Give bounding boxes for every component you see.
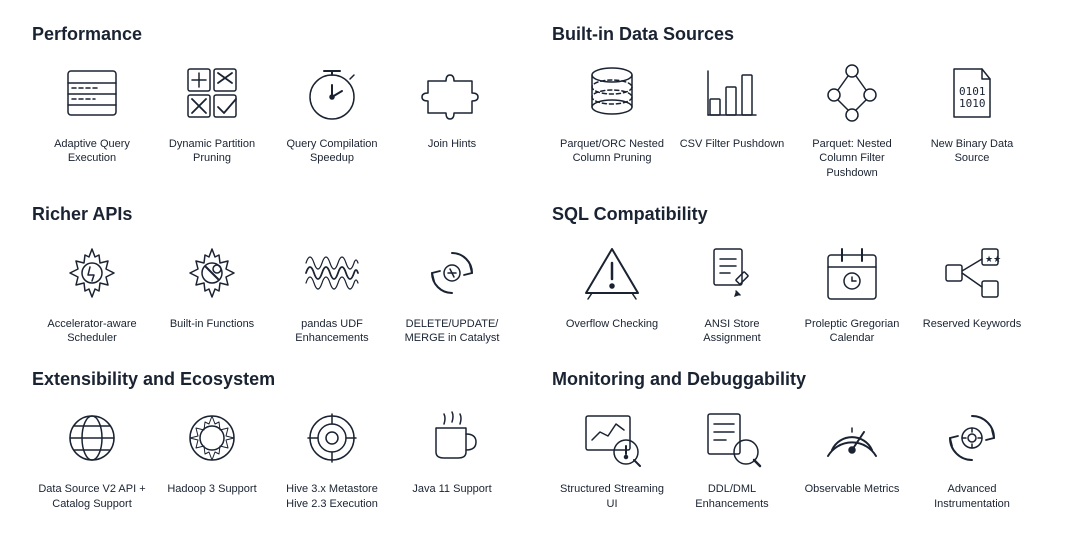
query-compilation-label: Query Compilation Speedup <box>277 137 387 166</box>
observable-icon <box>816 402 888 474</box>
observable-label: Observable Metrics <box>805 482 900 496</box>
advanced-instrumentation-label: Advanced Instrumentation <box>917 482 1027 511</box>
section-monitoring: Monitoring and Debuggability <box>540 361 1060 527</box>
built-in-functions-label: Built-in Functions <box>170 317 254 331</box>
item-structured-streaming: Structured Streaming UI <box>552 402 672 511</box>
hive3x-label: Hive 3.x Metastore Hive 2.3 Execution <box>277 482 387 511</box>
item-delete-update: DELETE/UPDATE/ MERGE in Catalyst <box>392 237 512 346</box>
section-title-monitoring: Monitoring and Debuggability <box>552 369 1048 390</box>
item-built-in-functions: Built-in Functions <box>152 237 272 331</box>
item-parquet-orc: Parquet/ORC Nested Column Pruning <box>552 57 672 166</box>
section-extensibility: Extensibility and Ecosystem Data Source … <box>20 361 540 527</box>
item-advanced-instrumentation: Advanced Instrumentation <box>912 402 1032 511</box>
svg-text:1010: 1010 <box>959 97 986 110</box>
parquet-orc-label: Parquet/ORC Nested Column Pruning <box>557 137 667 166</box>
item-ansi-store: ANSI Store Assignment <box>672 237 792 346</box>
ddl-dml-icon <box>696 402 768 474</box>
java11-label: Java 11 Support <box>412 482 491 496</box>
main-page: Performance Adaptive Query Executio <box>0 0 1080 543</box>
built-in-functions-icon <box>176 237 248 309</box>
section-sql-compat: SQL Compatibility Overflow Checking <box>540 196 1060 362</box>
join-hints-icon <box>416 57 488 129</box>
richer-apis-items: Accelerator-aware Scheduler Built-in Fun… <box>32 237 528 346</box>
section-title-extensibility: Extensibility and Ecosystem <box>32 369 528 390</box>
query-compilation-icon <box>296 57 368 129</box>
extensibility-items: Data Source V2 API + Catalog Support Had… <box>32 402 528 511</box>
section-title-builtin-sources: Built-in Data Sources <box>552 24 1048 45</box>
section-performance: Performance Adaptive Query Executio <box>20 16 540 196</box>
section-title-richer-apis: Richer APIs <box>32 204 528 225</box>
hadoop3-icon <box>176 402 248 474</box>
svg-text:★★: ★★ <box>985 254 1001 264</box>
item-query-compilation: Query Compilation Speedup <box>272 57 392 166</box>
delete-update-icon <box>416 237 488 309</box>
adaptive-query-icon <box>56 57 128 129</box>
join-hints-label: Join Hints <box>428 137 476 151</box>
advanced-instrumentation-icon <box>936 402 1008 474</box>
item-proleptic: Proleptic Gregorian Calendar <box>792 237 912 346</box>
parquet-nested-filter-label: Parquet: Nested Column Filter Pushdown <box>797 137 907 180</box>
dynamic-partition-icon <box>176 57 248 129</box>
builtin-sources-items: Parquet/ORC Nested Column Pruning CSV Fi… <box>552 57 1048 180</box>
parquet-orc-icon <box>576 57 648 129</box>
datasource-v2-icon <box>56 402 128 474</box>
section-richer-apis: Richer APIs Accelerator-aware Scheduler <box>20 196 540 362</box>
hive3x-icon <box>296 402 368 474</box>
accelerator-icon <box>56 237 128 309</box>
item-overflow: Overflow Checking <box>552 237 672 331</box>
accelerator-label: Accelerator-aware Scheduler <box>37 317 147 346</box>
proleptic-icon <box>816 237 888 309</box>
csv-filter-label: CSV Filter Pushdown <box>680 137 785 151</box>
pandas-udf-label: pandas UDF Enhancements <box>277 317 387 346</box>
item-parquet-nested-filter: Parquet: Nested Column Filter Pushdown <box>792 57 912 180</box>
item-join-hints: Join Hints <box>392 57 512 151</box>
item-observable: Observable Metrics <box>792 402 912 496</box>
item-dynamic-partition: Dynamic Partition Pruning <box>152 57 272 166</box>
performance-items: Adaptive Query Execution <box>32 57 528 166</box>
overflow-icon <box>576 237 648 309</box>
ddl-dml-label: DDL/DML Enhancements <box>677 482 787 511</box>
item-hive3x: Hive 3.x Metastore Hive 2.3 Execution <box>272 402 392 511</box>
sql-compat-items: Overflow Checking AN <box>552 237 1048 346</box>
new-binary-icon: 0101 1010 <box>936 57 1008 129</box>
new-binary-label: New Binary Data Source <box>917 137 1027 166</box>
item-ddl-dml: DDL/DML Enhancements <box>672 402 792 511</box>
datasource-v2-label: Data Source V2 API + Catalog Support <box>37 482 147 511</box>
structured-streaming-label: Structured Streaming UI <box>557 482 667 511</box>
section-title-sql-compat: SQL Compatibility <box>552 204 1048 225</box>
section-title-performance: Performance <box>32 24 528 45</box>
reserved-keywords-label: Reserved Keywords <box>923 317 1021 331</box>
item-datasource-v2: Data Source V2 API + Catalog Support <box>32 402 152 511</box>
adaptive-query-label: Adaptive Query Execution <box>37 137 147 166</box>
item-new-binary: 0101 1010 New Binary Data Source <box>912 57 1032 166</box>
ansi-store-label: ANSI Store Assignment <box>677 317 787 346</box>
ansi-store-icon <box>696 237 768 309</box>
parquet-nested-filter-icon <box>816 57 888 129</box>
reserved-keywords-icon: ★★ <box>936 237 1008 309</box>
item-csv-filter: CSV Filter Pushdown <box>672 57 792 151</box>
csv-filter-icon <box>696 57 768 129</box>
item-adaptive-query: Adaptive Query Execution <box>32 57 152 166</box>
hadoop3-label: Hadoop 3 Support <box>167 482 256 496</box>
delete-update-label: DELETE/UPDATE/ MERGE in Catalyst <box>397 317 507 346</box>
monitoring-items: Structured Streaming UI DDL/DML E <box>552 402 1048 511</box>
structured-streaming-icon <box>576 402 648 474</box>
item-accelerator: Accelerator-aware Scheduler <box>32 237 152 346</box>
java11-icon <box>416 402 488 474</box>
proleptic-label: Proleptic Gregorian Calendar <box>797 317 907 346</box>
section-builtin-sources: Built-in Data Sources Parquet/ORC Nested… <box>540 16 1060 196</box>
overflow-label: Overflow Checking <box>566 317 658 331</box>
item-pandas-udf: pandas UDF Enhancements <box>272 237 392 346</box>
dynamic-partition-label: Dynamic Partition Pruning <box>157 137 267 166</box>
item-reserved-keywords: ★★ Reserved Keywords <box>912 237 1032 331</box>
pandas-udf-icon <box>296 237 368 309</box>
item-hadoop3: Hadoop 3 Support <box>152 402 272 496</box>
item-java11: Java 11 Support <box>392 402 512 496</box>
